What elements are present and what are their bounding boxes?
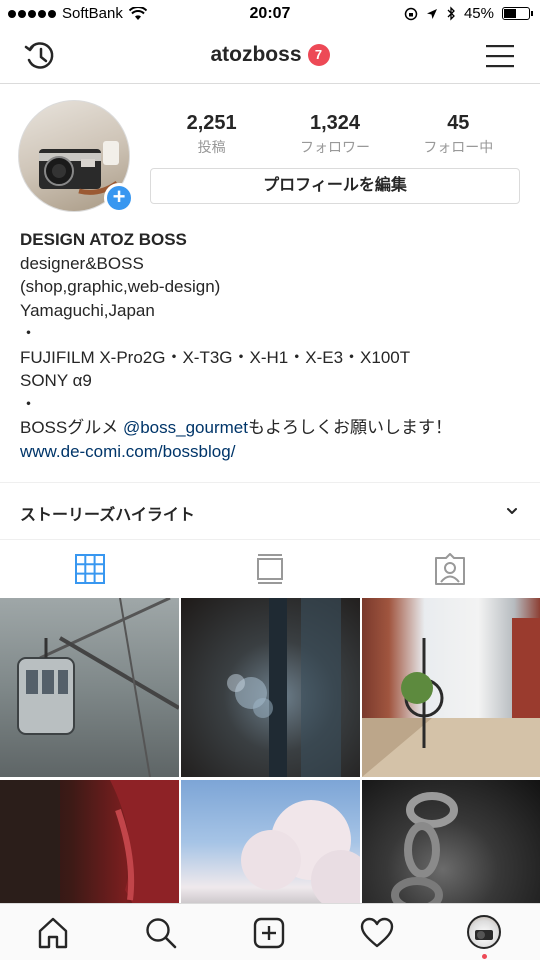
grid-icon[interactable]: [74, 553, 106, 585]
search-icon[interactable]: [144, 916, 178, 950]
profile-view-tabs: [0, 540, 540, 598]
profile-tab-photo: [475, 930, 493, 940]
activity-dot: [482, 954, 487, 959]
notification-badge: 7: [307, 44, 330, 66]
photo-post[interactable]: [181, 598, 360, 777]
home-icon[interactable]: [36, 916, 70, 950]
stat-following[interactable]: 45 フォロー中: [403, 112, 513, 157]
feed-icon[interactable]: [254, 553, 286, 585]
story-highlights-row[interactable]: ストーリーズハイライト: [0, 482, 540, 540]
highlights-label: ストーリーズハイライト: [20, 507, 195, 524]
stat-posts[interactable]: 2,251 投稿: [157, 112, 267, 157]
battery-percent: 45%: [463, 5, 494, 22]
bio-gourmet-line: BOSSグルメ @boss_gourmetもよろしくお願いします！: [20, 416, 526, 440]
stat-followers[interactable]: 1,324 フォロワー: [280, 112, 390, 157]
bio-line: (shop,graphic,web-design): [20, 277, 221, 296]
photo-post[interactable]: [362, 598, 540, 777]
bluetooth-icon: [447, 6, 455, 21]
stat-label: フォロー中: [423, 139, 494, 155]
menu-icon[interactable]: [486, 43, 514, 69]
profile-avatar-icon[interactable]: [467, 915, 501, 949]
location-icon: [426, 8, 437, 19]
bio-line: Yamaguchi,Japan: [20, 300, 155, 320]
stat-value: 45: [447, 112, 470, 134]
stat-label: フォロワー: [299, 139, 370, 155]
profile-stats: 2,251 投稿 1,324 フォロワー 45 フォロー中: [150, 112, 520, 157]
profile-name: DESIGN ATOZ BOSS: [20, 230, 187, 249]
website-link[interactable]: www.de-comi.com/bossblog/: [20, 440, 526, 464]
stat-value: 1,324: [309, 112, 361, 134]
photo-content: [362, 618, 540, 777]
status-bar: SoftBank 20:07 45%: [0, 0, 540, 30]
bio-line: ・: [20, 394, 37, 414]
rotation-lock-icon: [404, 7, 418, 20]
page-title: atozboss 7: [0, 43, 540, 67]
bio-line: ・: [20, 324, 37, 343]
profile-avatar[interactable]: +: [18, 100, 134, 215]
username-label: atozboss: [210, 43, 302, 66]
add-story-button[interactable]: +: [104, 183, 134, 213]
edit-profile-button[interactable]: プロフィールを編集: [150, 168, 520, 204]
gourmet-mention-link[interactable]: @boss_gourmet: [123, 418, 248, 437]
chevron-down-icon[interactable]: [506, 505, 518, 517]
bio-line: FUJIFILM X-Pro2G・X-T3G・X-H1・X-E3・X100T: [20, 347, 411, 367]
add-post-icon[interactable]: [252, 916, 286, 950]
tagged-icon[interactable]: [434, 553, 466, 585]
stat-value: 2,251: [186, 112, 237, 134]
battery-icon: [502, 7, 533, 20]
photo-post[interactable]: [0, 598, 179, 777]
profile-bio: DESIGN ATOZ BOSS designer&BOSS (shop,gra…: [20, 228, 526, 463]
heart-icon[interactable]: [360, 916, 394, 950]
stat-label: 投稿: [197, 139, 226, 155]
photo-content: [17, 598, 179, 777]
status-right: 45%: [404, 5, 533, 22]
gourmet-suffix: もよろしくお願いします！: [247, 418, 452, 437]
profile-header: atozboss 7: [0, 30, 540, 84]
bio-line: SONY α9: [20, 371, 92, 390]
gourmet-prefix: BOSSグルメ: [20, 418, 123, 437]
bottom-tab-bar: [0, 903, 540, 960]
photo-content: [227, 598, 341, 777]
bio-line: designer&BOSS: [20, 253, 144, 273]
